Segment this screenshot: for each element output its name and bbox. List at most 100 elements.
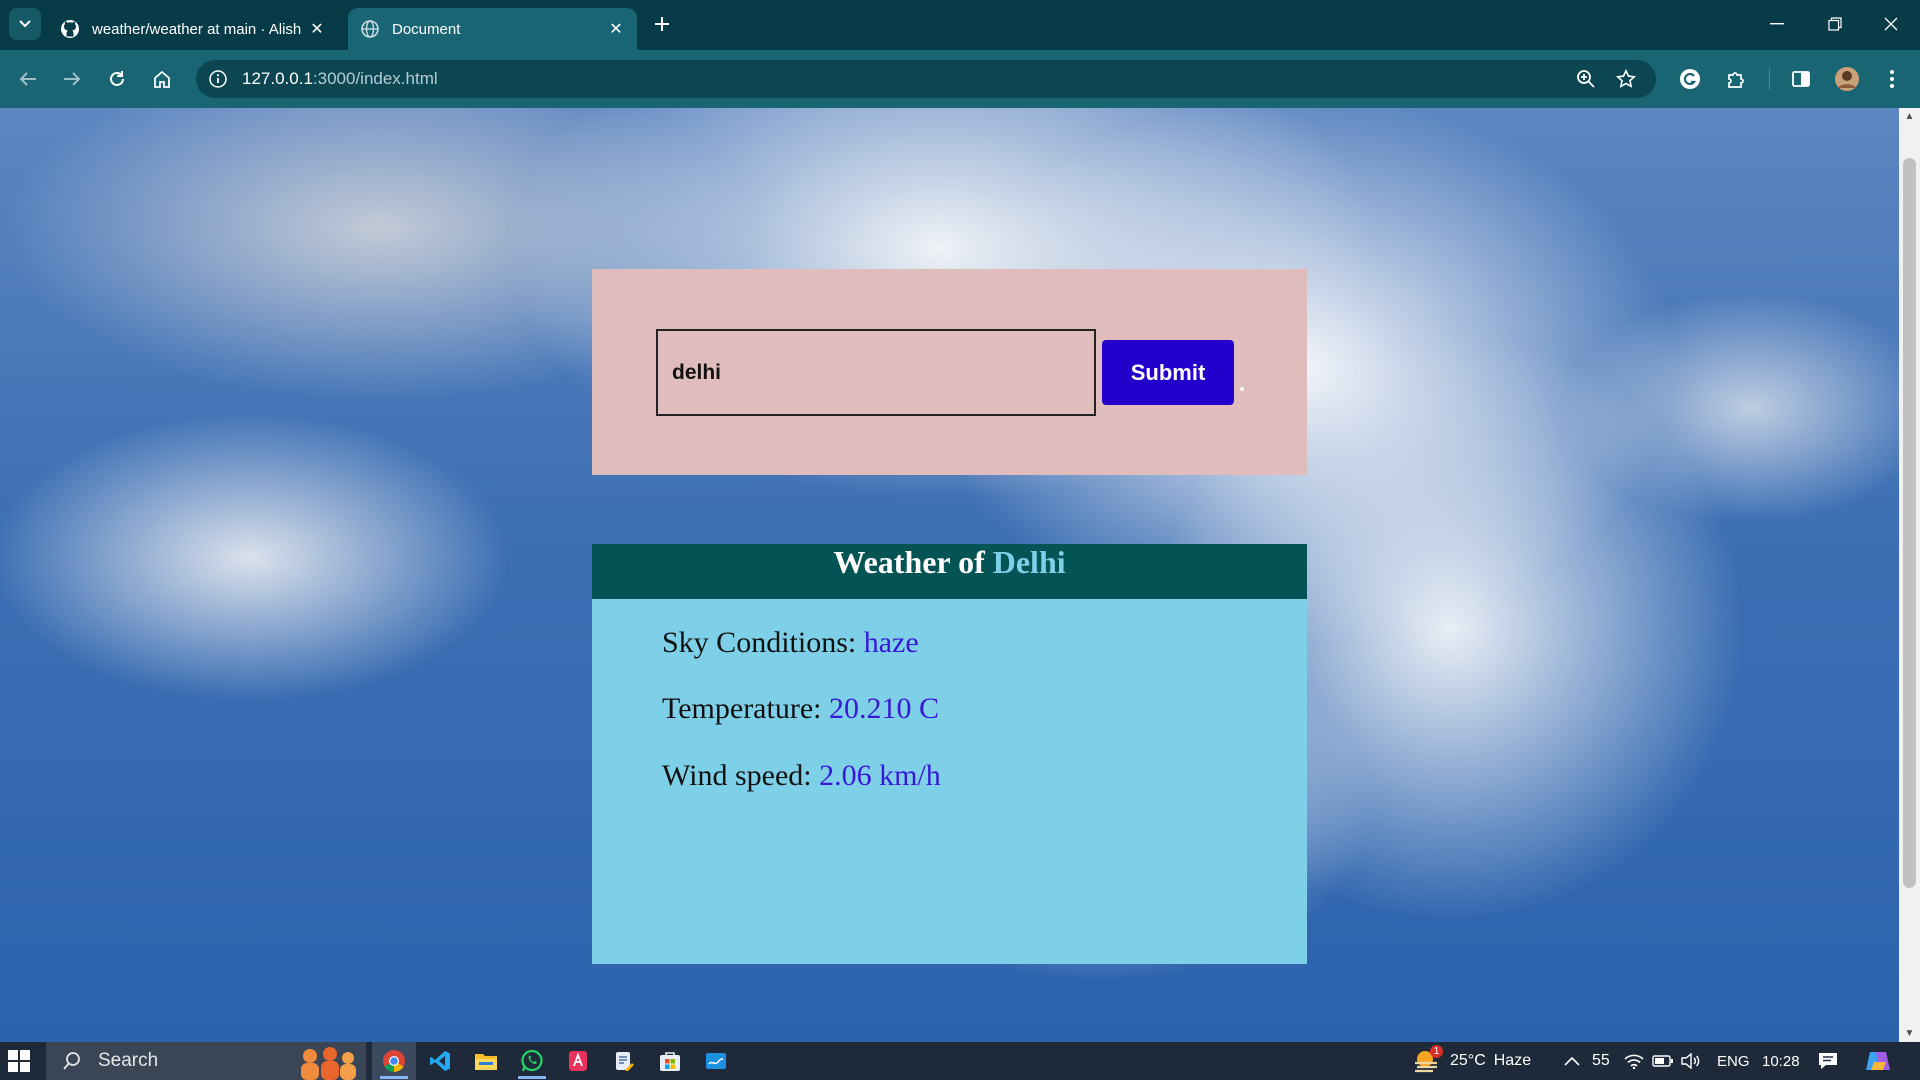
battery-percentage[interactable]: 55 <box>1592 1042 1610 1080</box>
back-button[interactable] <box>12 63 44 95</box>
side-panel-icon <box>1792 71 1810 87</box>
sky-conditions-value: haze <box>863 626 919 659</box>
tab-document[interactable]: Document ✕ <box>348 8 637 50</box>
minimize-button[interactable] <box>1748 0 1806 48</box>
city-search-form: Submit <box>592 269 1307 475</box>
taskbar-notepad[interactable] <box>602 1042 646 1080</box>
search-icon <box>62 1051 84 1071</box>
wind-speed-value: 2.06 km/h <box>819 759 941 792</box>
wind-speed-row: Wind speed: 2.06 km/h <box>662 759 941 793</box>
forward-button[interactable] <box>56 63 88 95</box>
weather-alert-badge: 1 <box>1430 1045 1443 1058</box>
city-input[interactable] <box>656 329 1096 416</box>
home-icon <box>154 70 170 88</box>
taskbar-vscode[interactable] <box>418 1042 462 1080</box>
weather-heading: Weather of Delhi <box>592 544 1307 599</box>
address-bar[interactable]: 127.0.0.1:3000/index.html <box>196 60 1656 98</box>
url-host: 127.0.0.1 <box>242 69 313 88</box>
page-scrollbar[interactable]: ▲ ▼ <box>1899 108 1920 1042</box>
scroll-up-icon[interactable]: ▲ <box>1899 108 1920 125</box>
taskbar-search-box[interactable]: Search <box>46 1042 366 1080</box>
notifications-button[interactable] <box>1818 1042 1838 1080</box>
profile-avatar[interactable] <box>1831 63 1863 95</box>
reload-button[interactable] <box>101 63 133 95</box>
submit-button[interactable]: Submit <box>1102 340 1234 405</box>
taskbar-weather[interactable]: 1 25°C Haze <box>1412 1042 1531 1080</box>
weather-temperature: 25°C <box>1450 1052 1486 1069</box>
close-icon[interactable]: ✕ <box>603 16 629 42</box>
tab-title: weather/weather at main · Alish <box>92 20 302 38</box>
input-language[interactable]: ENG <box>1717 1042 1750 1080</box>
chrome-icon <box>383 1050 405 1072</box>
close-window-button[interactable] <box>1862 0 1920 48</box>
extensions-button[interactable] <box>1720 63 1752 95</box>
taskbar-file-explorer[interactable] <box>464 1042 508 1080</box>
plus-icon <box>655 17 669 31</box>
taskbar-app-blue[interactable] <box>694 1042 738 1080</box>
windows-start-icon[interactable] <box>8 1050 30 1072</box>
kebab-menu-icon <box>1890 70 1894 88</box>
app-window-icon <box>706 1053 726 1069</box>
side-panel-button[interactable] <box>1785 63 1817 95</box>
chevron-up-icon <box>1564 1056 1580 1066</box>
sky-conditions-row: Sky Conditions: haze <box>662 626 919 660</box>
row-label: Temperature: <box>662 692 822 725</box>
taskbar-chrome[interactable] <box>372 1042 416 1080</box>
close-icon[interactable]: ✕ <box>304 16 330 42</box>
toolbar-divider <box>1769 68 1770 90</box>
scrollbar-thumb[interactable] <box>1903 158 1916 888</box>
close-icon <box>1884 17 1898 31</box>
restore-button[interactable] <box>1806 0 1864 48</box>
site-info-icon[interactable] <box>206 67 230 91</box>
url-path: :3000/index.html <box>312 69 438 88</box>
taskbar-whatsapp[interactable] <box>510 1042 554 1080</box>
temperature-value: 20.210 C <box>828 692 939 725</box>
page-viewport: Submit Weather of Delhi Sky Conditions: … <box>0 108 1899 1042</box>
battery-icon[interactable] <box>1652 1042 1674 1080</box>
bookmark-star-icon[interactable] <box>1614 67 1638 91</box>
notepad-icon <box>616 1052 634 1071</box>
tab-search-button[interactable] <box>9 8 41 40</box>
vscode-icon <box>430 1051 450 1071</box>
zoom-icon[interactable] <box>1574 67 1598 91</box>
chevron-down-icon <box>19 20 31 28</box>
folder-icon <box>475 1054 497 1070</box>
taskbar-clock[interactable]: 10:28 <box>1762 1042 1800 1080</box>
minimize-icon <box>1770 23 1784 25</box>
active-indicator <box>380 1076 408 1079</box>
temperature-row: Temperature: 20.210 C <box>662 692 939 726</box>
copilot-icon <box>1866 1052 1890 1070</box>
new-tab-button[interactable] <box>650 12 674 36</box>
grammarly-icon <box>1680 69 1700 89</box>
heading-city: Delhi <box>992 544 1066 580</box>
home-button[interactable] <box>146 63 178 95</box>
haze-weather-icon: 1 <box>1412 1045 1443 1075</box>
tab-github-weather[interactable]: weather/weather at main · Alish ✕ <box>48 8 338 50</box>
copilot-button[interactable] <box>1864 1042 1892 1080</box>
active-indicator <box>518 1076 546 1079</box>
taskbar-microsoft-store[interactable] <box>648 1042 692 1080</box>
search-highlight-people-icon <box>301 1047 356 1080</box>
whatsapp-icon <box>521 1049 543 1072</box>
volume-icon[interactable] <box>1680 1042 1700 1080</box>
row-label: Sky Conditions: <box>662 626 857 659</box>
windows-taskbar: Search 1 25°C Haze 55 ENG 10:28 <box>0 1042 1920 1080</box>
browser-menu-button[interactable] <box>1876 63 1908 95</box>
notification-center-icon <box>1819 1053 1837 1069</box>
grammarly-extension-button[interactable] <box>1674 63 1706 95</box>
browser-toolbar: 127.0.0.1:3000/index.html <box>0 50 1920 108</box>
reload-icon <box>110 71 124 86</box>
store-icon <box>660 1052 680 1071</box>
taskbar-access-app[interactable] <box>556 1042 600 1080</box>
app-a-icon <box>569 1051 587 1071</box>
restore-icon <box>1828 17 1842 31</box>
scroll-down-icon[interactable]: ▼ <box>1899 1025 1920 1042</box>
wifi-icon[interactable] <box>1624 1042 1644 1080</box>
avatar-icon <box>1835 67 1859 91</box>
arrow-right-icon <box>64 72 81 86</box>
heading-prefix: Weather of <box>833 544 985 580</box>
taskbar-search-label: Search <box>98 1050 159 1071</box>
github-icon <box>60 19 80 39</box>
show-hidden-icons-button[interactable] <box>1564 1042 1580 1080</box>
arrow-left-icon <box>19 72 36 86</box>
